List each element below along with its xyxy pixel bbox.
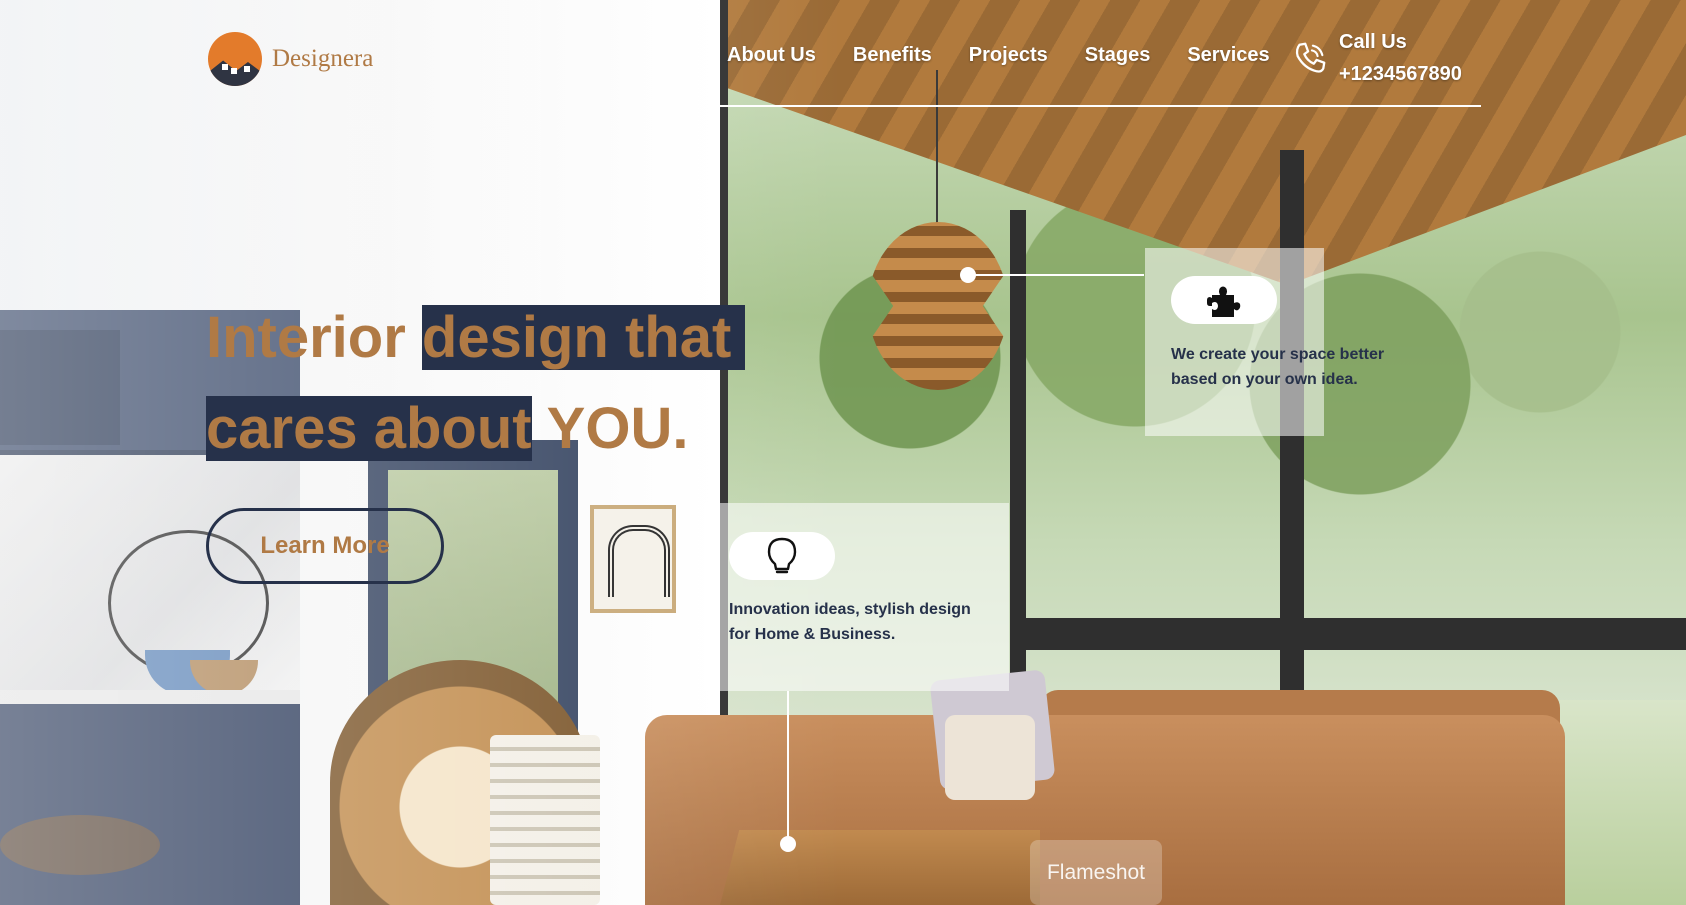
flameshot-watermark: Flameshot bbox=[1030, 840, 1162, 905]
lightbulb-icon bbox=[767, 537, 797, 574]
feature-text-line: for Home & Business. bbox=[729, 626, 896, 643]
header-divider bbox=[710, 105, 1481, 107]
phone-icon bbox=[1295, 42, 1326, 73]
call-phone-number[interactable]: +1234567890 bbox=[1339, 58, 1462, 90]
feature-icon-pill bbox=[1171, 276, 1277, 324]
site-logo[interactable]: Designera bbox=[208, 32, 373, 86]
feature-icon-pill bbox=[729, 532, 835, 580]
hotspot-dot[interactable] bbox=[960, 267, 976, 283]
hotspot-dot[interactable] bbox=[780, 836, 796, 852]
hero-heading-highlight: design that bbox=[421, 305, 746, 370]
hero-heading-line-1: Interior design that bbox=[206, 294, 746, 382]
feature-text-line: Innovation ideas, stylish design bbox=[729, 601, 971, 618]
hero-heading-plain: YOU. bbox=[531, 396, 689, 461]
logo-house-icon bbox=[208, 32, 262, 86]
nav-projects[interactable]: Projects bbox=[969, 44, 1048, 67]
logo-text: Designera bbox=[272, 45, 374, 72]
feature-text-innovation: Innovation ideas, stylish design for Hom… bbox=[729, 597, 971, 647]
call-label: Call Us bbox=[1339, 31, 1407, 53]
feature-text-line: based on your own idea. bbox=[1171, 371, 1358, 388]
call-us[interactable]: Call Us +1234567890 bbox=[1291, 26, 1462, 90]
feature-text-ideas: We create your space better based on you… bbox=[1171, 342, 1384, 392]
nav-about-us[interactable]: About Us bbox=[727, 44, 816, 67]
connector-line bbox=[968, 274, 1144, 276]
learn-more-button[interactable]: Learn More bbox=[206, 508, 444, 584]
puzzle-icon bbox=[1207, 286, 1241, 317]
hero-heading-highlight: cares about bbox=[206, 396, 532, 461]
feature-text-line: We create your space better bbox=[1171, 346, 1385, 363]
connector-line bbox=[787, 691, 789, 843]
hero-heading-line-2: cares about YOU. bbox=[206, 385, 688, 473]
call-text: Call Us +1234567890 bbox=[1339, 26, 1462, 90]
hero-heading-plain: Interior bbox=[206, 305, 422, 370]
nav-services[interactable]: Services bbox=[1187, 44, 1269, 67]
main-nav: About Us Benefits Projects Stages Servic… bbox=[727, 44, 1270, 67]
nav-benefits[interactable]: Benefits bbox=[853, 44, 932, 67]
nav-stages[interactable]: Stages bbox=[1085, 44, 1151, 67]
